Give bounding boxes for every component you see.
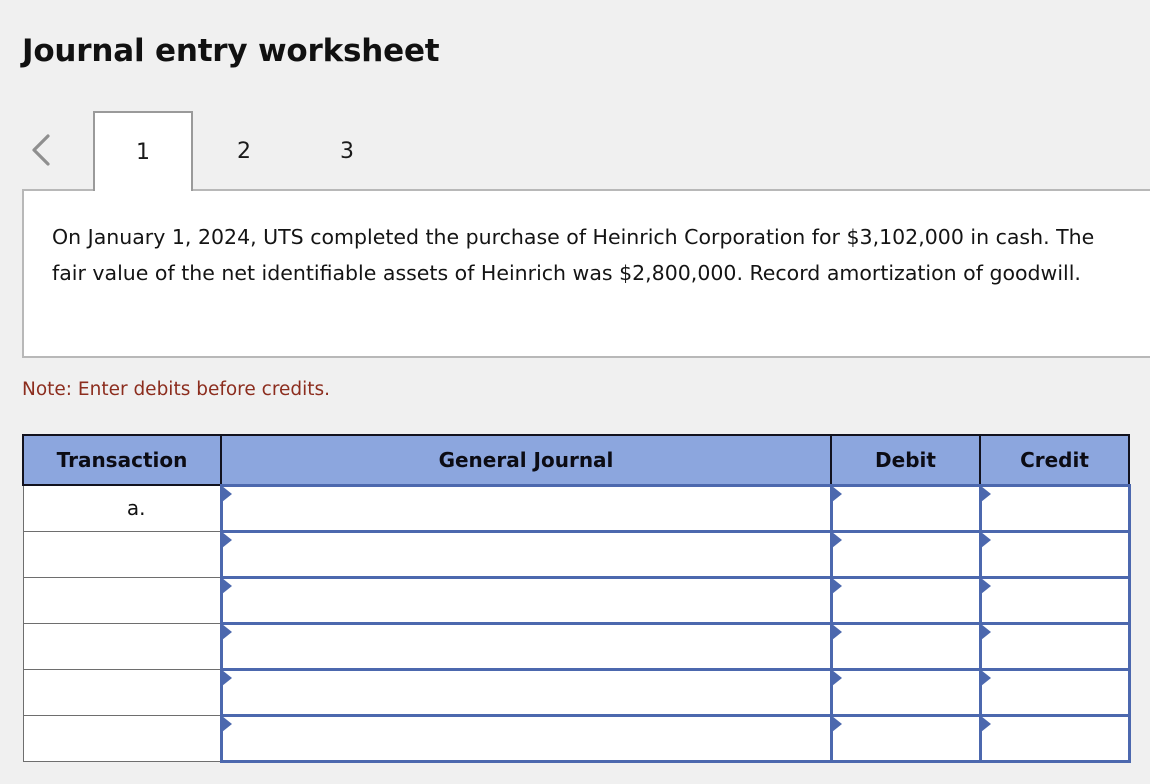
dropdown-triangle-icon — [221, 531, 232, 548]
dropdown-triangle-icon — [980, 715, 991, 732]
chevron-left-icon — [30, 133, 52, 167]
column-header-transaction: Transaction — [22, 434, 222, 486]
table-row — [22, 713, 1131, 763]
credit-input-row-6[interactable] — [978, 713, 1131, 763]
debits-before-credits-note: Note: Enter debits before credits. — [22, 379, 331, 400]
table-row — [22, 621, 1131, 671]
column-header-debit: Debit — [830, 434, 981, 486]
table-header-row: Transaction General Journal Debit Credit — [22, 434, 1130, 486]
transaction-label-cell: a. — [22, 484, 222, 532]
dropdown-triangle-icon — [980, 669, 991, 686]
dropdown-triangle-icon — [221, 669, 232, 686]
debit-input-row-1[interactable] — [829, 483, 982, 533]
previous-tab-button[interactable] — [24, 127, 58, 173]
account-select-row-1[interactable] — [219, 483, 833, 533]
account-select-row-4[interactable] — [219, 621, 833, 671]
table-body: a. — [22, 483, 1131, 763]
dropdown-triangle-icon — [831, 669, 842, 686]
table-row — [22, 575, 1131, 625]
dropdown-triangle-icon — [980, 577, 991, 594]
account-select-row-6[interactable] — [219, 713, 833, 763]
table-row — [22, 667, 1131, 717]
debit-input-row-2[interactable] — [829, 529, 982, 579]
account-select-row-2[interactable] — [219, 529, 833, 579]
transaction-label-cell — [22, 622, 222, 670]
dropdown-triangle-icon — [221, 715, 232, 732]
credit-input-row-4[interactable] — [978, 621, 1131, 671]
tab-2-label: 2 — [237, 138, 251, 164]
dropdown-triangle-icon — [221, 577, 232, 594]
tab-2[interactable]: 2 — [205, 111, 283, 191]
debit-input-row-6[interactable] — [829, 713, 982, 763]
journal-entry-worksheet-page: Journal entry worksheet 1 2 3 On January… — [0, 0, 1150, 784]
debit-input-row-3[interactable] — [829, 575, 982, 625]
dropdown-triangle-icon — [221, 623, 232, 640]
dropdown-triangle-icon — [980, 531, 991, 548]
dropdown-triangle-icon — [831, 577, 842, 594]
account-select-row-5[interactable] — [219, 667, 833, 717]
tab-1[interactable]: 1 — [93, 111, 193, 191]
credit-input-row-2[interactable] — [978, 529, 1131, 579]
credit-input-row-5[interactable] — [978, 667, 1131, 717]
transaction-label-cell — [22, 714, 222, 762]
prompt-panel: On January 1, 2024, UTS completed the pu… — [22, 189, 1150, 358]
general-journal-table: Transaction General Journal Debit Credit… — [22, 434, 1131, 763]
column-header-credit: Credit — [979, 434, 1130, 486]
transaction-label-cell — [22, 530, 222, 578]
table-row — [22, 529, 1131, 579]
dropdown-triangle-icon — [831, 623, 842, 640]
dropdown-triangle-icon — [980, 485, 991, 502]
table-row: a. — [22, 483, 1131, 533]
worksheet-tab-strip: 1 2 3 — [0, 111, 1150, 191]
dropdown-triangle-icon — [980, 623, 991, 640]
tab-3[interactable]: 3 — [308, 111, 386, 191]
dropdown-triangle-icon — [831, 485, 842, 502]
debit-input-row-5[interactable] — [829, 667, 982, 717]
dropdown-triangle-icon — [831, 531, 842, 548]
tab-1-label: 1 — [136, 139, 150, 165]
tab-3-label: 3 — [340, 138, 354, 164]
debit-input-row-4[interactable] — [829, 621, 982, 671]
column-header-general-journal: General Journal — [220, 434, 832, 486]
credit-input-row-3[interactable] — [978, 575, 1131, 625]
account-select-row-3[interactable] — [219, 575, 833, 625]
dropdown-triangle-icon — [221, 485, 232, 502]
dropdown-triangle-icon — [831, 715, 842, 732]
prompt-text: On January 1, 2024, UTS completed the pu… — [52, 225, 1095, 285]
page-title: Journal entry worksheet — [22, 33, 440, 69]
transaction-label-cell — [22, 576, 222, 624]
transaction-label-cell — [22, 668, 222, 716]
credit-input-row-1[interactable] — [978, 483, 1131, 533]
